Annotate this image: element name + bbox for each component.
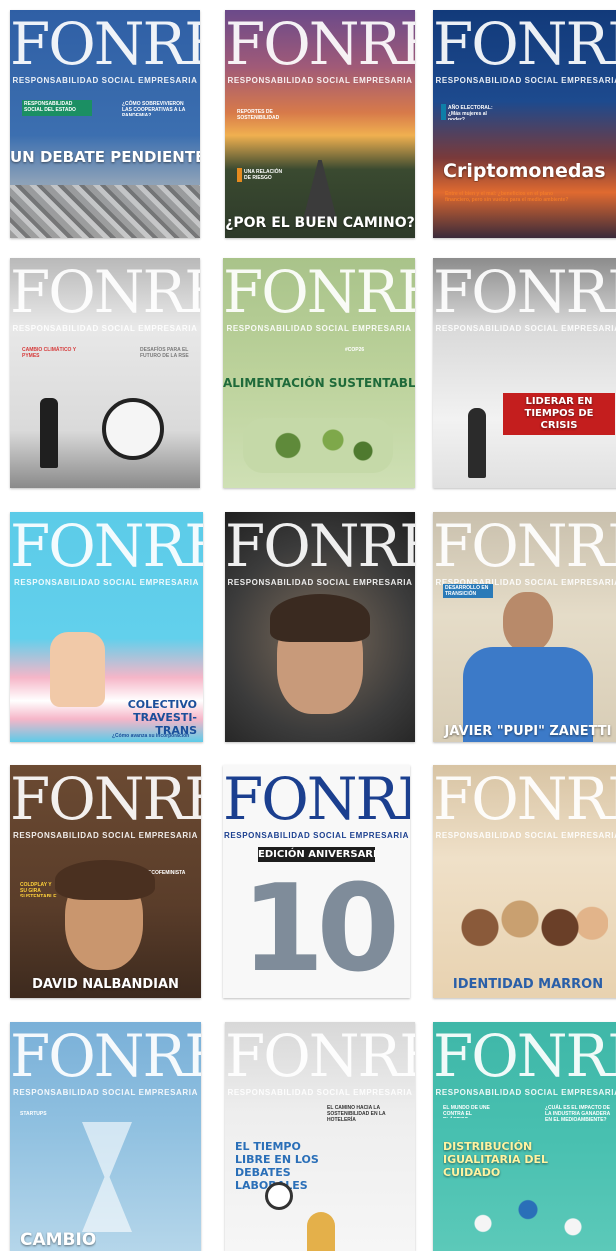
person-figure — [40, 398, 58, 468]
hourglass-image — [82, 1122, 132, 1232]
magazine-cover-14[interactable]: FONRES RESPONSABILIDAD SOCIAL EMPRESARIA… — [225, 1022, 415, 1251]
cover-headline: DAVID NALBANDIAN — [32, 977, 179, 992]
anniversary-number: 10 — [241, 865, 400, 995]
cover-logo: FONRES — [433, 10, 616, 78]
cover-tagline: RESPONSABILIDAD SOCIAL EMPRESARIA — [435, 831, 616, 840]
cover-headline: EDICIÓN ANIVERSARIO — [258, 847, 375, 862]
cover-tagline: RESPONSABILIDAD SOCIAL EMPRESARIA — [223, 831, 409, 840]
businesswoman-figure — [468, 408, 486, 478]
cover-box: CAMBIO CLIMÁTICO Y PYMES — [22, 347, 76, 359]
cover-tagline: RESPONSABILIDAD SOCIAL EMPRESARIA — [226, 324, 412, 333]
cover-tagline: RESPONSABILIDAD SOCIAL EMPRESARIA — [227, 1088, 413, 1097]
cover-tagline: RESPONSABILIDAD SOCIAL EMPRESARIA — [12, 76, 198, 85]
cover-logo: FONRES — [225, 10, 415, 78]
cover-box: RESPONSABILIDAD SOCIAL DEL ESTADO — [22, 100, 92, 116]
raised-fist-image — [50, 632, 105, 707]
cover-headline: IDENTIDAD MARRÓN — [452, 977, 604, 992]
cover-headline: LIDERAR EN TIEMPOS DE CRISIS — [503, 393, 615, 435]
magazine-cover-4[interactable]: FONRES RESPONSABILIDAD SOCIAL EMPRESARIA… — [10, 258, 200, 488]
clock-image — [102, 398, 164, 460]
vegetables-image — [243, 418, 393, 473]
cover-logo: FONRES — [225, 1022, 415, 1090]
cover-headline: ALIMENTACIÓN SUSTENTABLE — [223, 376, 415, 390]
cover-box: ¿CUÁL ES EL IMPACTO DE LA INDUSTRIA GANA… — [545, 1105, 610, 1123]
cover-logo: FONRES — [433, 1022, 616, 1090]
cover-tagline: RESPONSABILIDAD SOCIAL EMPRESARIA — [227, 76, 413, 85]
cover-headline: CAMBIO — [20, 1230, 97, 1250]
cover-logo: FONRES — [433, 512, 616, 580]
cover-box: ¿Cómo avanza su incorporación — [112, 733, 190, 739]
cover-tagline: RESPONSABILIDAD SOCIAL EMPRESARIA — [12, 831, 198, 840]
magazine-cover-8[interactable]: FONRES RESPONSABILIDAD SOCIAL EMPRESARIA — [225, 512, 415, 742]
cover-logo: FONRES — [10, 765, 201, 833]
magazine-cover-11[interactable]: FONRES RESPONSABILIDAD SOCIAL EMPRESARIA… — [223, 765, 410, 998]
magazine-cover-6[interactable]: FONRES RESPONSABILIDAD SOCIAL EMPRESARIA… — [433, 258, 616, 488]
portrait-head — [503, 592, 553, 652]
cover-headline: ¿POR EL BUEN CAMINO? — [225, 215, 415, 231]
cover-box: Entre el bien y el mal: ¿beneficios en e… — [445, 191, 569, 203]
person-figure — [307, 1212, 335, 1251]
cover-logo: FONRES — [10, 10, 200, 78]
raised-fists-image — [448, 885, 608, 970]
cover-box: STARTUPS — [20, 1111, 47, 1117]
cover-box: COLDPLAY Y SU GIRA SUSTENTABLE — [20, 882, 57, 897]
cover-logo: FONRES — [10, 258, 200, 326]
cover-tagline: RESPONSABILIDAD SOCIAL EMPRESARIA — [435, 76, 616, 85]
cover-tagline: RESPONSABILIDAD SOCIAL EMPRESARIA — [12, 324, 198, 333]
cover-tagline: RESPONSABILIDAD SOCIAL EMPRESARIA — [435, 324, 616, 333]
magazine-cover-13[interactable]: FONRES RESPONSABILIDAD SOCIAL EMPRESARIA… — [10, 1022, 201, 1251]
cover-box: DESARROLLO EN TRANSICIÓN — [443, 584, 493, 598]
alarm-clock-icon — [265, 1182, 293, 1210]
cover-tagline: RESPONSABILIDAD SOCIAL EMPRESARIA — [13, 578, 199, 587]
cover-tagline: RESPONSABILIDAD SOCIAL EMPRESARIA — [435, 1088, 616, 1097]
cover-headline: Criptomonedas — [443, 160, 606, 182]
cover-headline: DISTRIBUCIÓN IGUALITARIA DEL CUIDADO — [443, 1140, 549, 1179]
magazine-cover-10[interactable]: FONRES RESPONSABILIDAD SOCIAL EMPRESARIA… — [10, 765, 201, 998]
cover-logo: FONRES — [223, 258, 415, 326]
cover-logo: FONRES — [433, 258, 616, 326]
cover-logo: FONRES — [10, 1022, 201, 1090]
cover-box: AÑO ELECTORAL: ¿Más mujeres al poder? — [441, 104, 507, 120]
cover-box: EL MUNDO DE UNE CONTRA EL PLÁSTICO — [443, 1105, 490, 1118]
cover-tagline: RESPONSABILIDAD SOCIAL EMPRESARIA — [227, 578, 413, 587]
magazine-cover-1[interactable]: FONRES RESPONSABILIDAD SOCIAL EMPRESARIA… — [10, 10, 200, 238]
magazine-cover-9[interactable]: FONRES RESPONSABILIDAD SOCIAL EMPRESARIA… — [433, 512, 616, 742]
cover-box: DESAFÍOS PARA EL FUTURO DE LA RSE — [140, 347, 189, 359]
magazine-cover-12[interactable]: FONRES RESPONSABILIDAD SOCIAL EMPRESARIA… — [433, 765, 616, 998]
care-illustration — [453, 1182, 603, 1251]
portrait-hair — [55, 860, 155, 900]
magazine-cover-7[interactable]: FONRES RESPONSABILIDAD SOCIAL EMPRESARIA… — [10, 512, 203, 742]
magazine-cover-2[interactable]: FONRES RESPONSABILIDAD SOCIAL EMPRESARIA… — [225, 10, 415, 238]
cover-box: REPORTES DE SOSTENIBILIDAD — [237, 109, 280, 121]
rubble-image — [10, 185, 200, 238]
cover-tagline: RESPONSABILIDAD SOCIAL EMPRESARIA — [12, 1088, 198, 1097]
cover-headline: UN DEBATE PENDIENTE — [10, 148, 200, 166]
cover-box: EL CAMINO HACIA LA SOSTENIBILIDAD EN LA … — [327, 1105, 386, 1122]
cover-box: ¿CÓMO SOBREVIVIERON LAS COOPERATIVAS A L… — [122, 101, 186, 116]
cover-box: #COP26 — [345, 347, 365, 353]
cover-logo: FONRES — [10, 512, 203, 580]
magazine-cover-5[interactable]: FONRES RESPONSABILIDAD SOCIAL EMPRESARIA… — [223, 258, 415, 488]
road-image — [303, 160, 337, 220]
magazine-cover-15[interactable]: FONRES RESPONSABILIDAD SOCIAL EMPRESARIA… — [433, 1022, 616, 1251]
magazine-cover-grid: FONRES RESPONSABILIDAD SOCIAL EMPRESARIA… — [0, 0, 616, 1251]
cover-headline: JAVIER "PUPI" ZANETTI — [444, 724, 612, 739]
cover-box: UNA RELACIÓN DE RIESGO — [237, 168, 287, 182]
cover-logo: FONRES — [223, 765, 410, 833]
magazine-cover-3[interactable]: FONRES RESPONSABILIDAD SOCIAL EMPRESARIA… — [433, 10, 616, 238]
cover-logo: FONRES — [433, 765, 616, 833]
cover-logo: FONRES — [225, 512, 415, 580]
portrait-hair — [270, 594, 370, 642]
